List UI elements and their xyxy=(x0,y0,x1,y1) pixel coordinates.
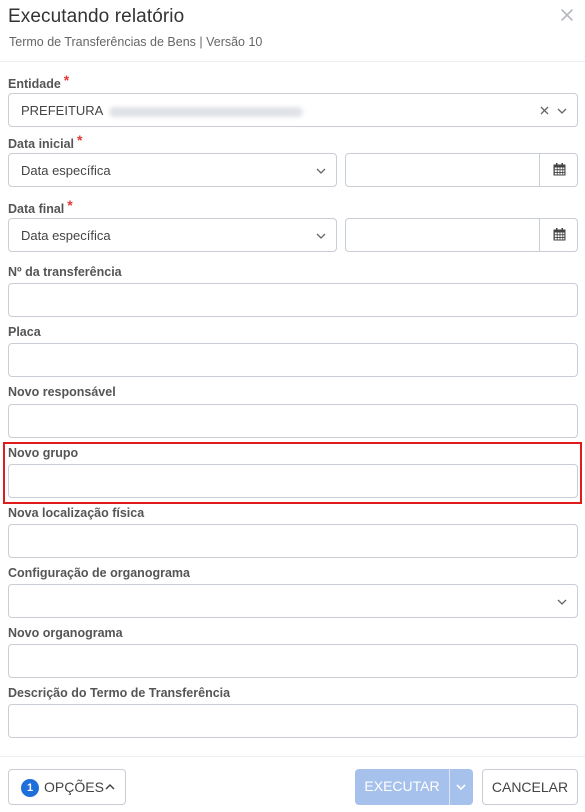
placa-input[interactable] xyxy=(8,343,578,377)
chevron-down-icon[interactable] xyxy=(316,231,326,241)
chevron-down-icon[interactable] xyxy=(557,106,567,116)
entidade-label-text: Entidade xyxy=(8,77,61,91)
data-final-label-text: Data final xyxy=(8,202,65,216)
required-mark: * xyxy=(67,197,73,213)
data-final-calendar-button[interactable] xyxy=(539,219,577,251)
data-final-date-input[interactable] xyxy=(345,218,578,252)
numero-transferencia-input[interactable] xyxy=(8,283,578,317)
entidade-value-text: PREFEITURA xyxy=(21,103,104,118)
execute-button-label: EXECUTAR xyxy=(364,778,440,794)
calendar-icon xyxy=(553,163,566,176)
novo-organograma-input[interactable] xyxy=(8,644,578,678)
data-inicial-date-input[interactable] xyxy=(345,153,578,187)
execute-split-divider xyxy=(449,769,450,805)
novo-grupo-label: Novo grupo xyxy=(8,446,79,460)
options-count-badge: 1 xyxy=(21,779,39,797)
data-inicial-select[interactable]: Data específica xyxy=(8,153,337,187)
modal-title: Executando relatório xyxy=(8,6,185,27)
chevron-down-icon[interactable] xyxy=(557,597,567,607)
entidade-select[interactable]: PREFEITURA xyxy=(8,93,578,127)
close-icon[interactable] xyxy=(559,7,575,23)
novo-responsavel-input[interactable] xyxy=(8,404,578,438)
numero-transferencia-label: Nº da transferência xyxy=(8,265,122,279)
modal-subtitle: Termo de Transferências de Bens | Versão… xyxy=(9,35,263,49)
nova-localizacao-label: Nova localização física xyxy=(8,506,145,520)
placa-label: Placa xyxy=(8,325,41,339)
data-final-select[interactable]: Data específica xyxy=(8,218,337,252)
config-organograma-select[interactable] xyxy=(8,584,578,618)
data-inicial-select-value: Data específica xyxy=(21,163,111,178)
entidade-label: Entidade * xyxy=(8,72,70,91)
novo-organograma-label: Novo organograma xyxy=(8,626,123,640)
data-inicial-label-text: Data inicial xyxy=(8,137,74,151)
chevron-up-icon xyxy=(105,783,115,790)
data-inicial-label: Data inicial * xyxy=(8,132,83,151)
descricao-termo-label: Descrição do Termo de Transferência xyxy=(8,686,231,700)
nova-localizacao-input[interactable] xyxy=(8,524,578,558)
novo-responsavel-label: Novo responsável xyxy=(8,385,116,399)
required-mark: * xyxy=(77,132,83,148)
execute-button[interactable]: EXECUTAR xyxy=(355,769,473,805)
cancel-button[interactable]: CANCELAR xyxy=(482,769,578,805)
clear-icon[interactable] xyxy=(540,106,549,115)
calendar-icon xyxy=(553,228,566,241)
cancel-button-label: CANCELAR xyxy=(491,779,569,795)
footer-divider xyxy=(0,756,585,757)
entidade-value: PREFEITURA xyxy=(21,103,304,118)
modal-header: Executando relatório Termo de Transferên… xyxy=(0,0,585,62)
descricao-termo-input[interactable] xyxy=(8,704,578,738)
redacted-text xyxy=(109,106,304,117)
chevron-down-icon[interactable] xyxy=(456,782,466,792)
data-final-label: Data final * xyxy=(8,197,73,216)
options-button[interactable]: 1 OPÇÕES xyxy=(8,769,126,805)
options-button-label: OPÇÕES xyxy=(44,779,104,795)
config-organograma-label: Configuração de organograma xyxy=(8,566,190,580)
required-mark: * xyxy=(63,72,70,88)
novo-grupo-input[interactable] xyxy=(8,464,578,498)
chevron-down-icon[interactable] xyxy=(316,166,326,176)
data-final-select-value: Data específica xyxy=(21,228,111,243)
data-inicial-calendar-button[interactable] xyxy=(539,154,577,186)
